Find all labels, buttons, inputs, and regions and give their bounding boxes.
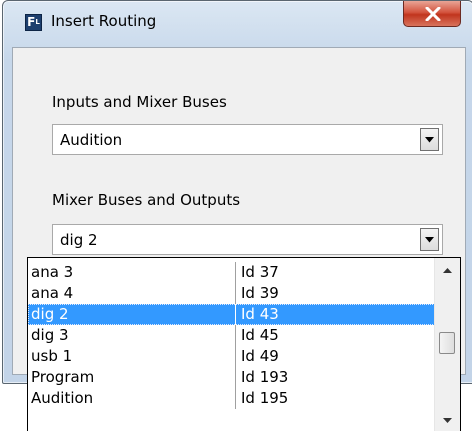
- column-divider: [235, 367, 236, 388]
- window-title: Insert Routing: [51, 12, 157, 30]
- close-button[interactable]: [403, 1, 461, 27]
- list-item-id: Id 49: [241, 347, 279, 365]
- column-divider: [235, 325, 236, 346]
- list-item-name: dig 3: [31, 326, 69, 344]
- inputs-dropdown-button[interactable]: [420, 128, 439, 151]
- list-item-name: Audition: [31, 389, 94, 407]
- outputs-label: Mixer Buses and Outputs: [52, 191, 241, 209]
- list-item-id: Id 39: [241, 284, 279, 302]
- list-item-id: Id 193: [241, 368, 289, 386]
- column-divider: [235, 304, 236, 325]
- inputs-combobox[interactable]: Audition: [52, 124, 443, 155]
- list-item-name: ana 3: [31, 263, 74, 281]
- list-item-name: Program: [31, 368, 95, 386]
- list-item-id: Id 195: [241, 389, 289, 407]
- column-divider: [235, 262, 236, 283]
- close-icon: [425, 7, 441, 21]
- list-item-name: dig 2: [31, 305, 69, 323]
- column-divider: [235, 346, 236, 367]
- list-item-name: ana 4: [31, 284, 74, 302]
- outputs-dropdown-list[interactable]: ana 3 Id 37 ana 4 Id 39 dig 2 Id 43 dig 3 Id 45…: [27, 257, 461, 431]
- inputs-selected-value: Audition: [60, 131, 123, 149]
- scroll-down-arrow-icon[interactable]: [443, 418, 452, 423]
- outputs-combobox[interactable]: dig 2: [52, 224, 443, 255]
- list-item[interactable]: dig 3 Id 45: [28, 325, 435, 346]
- list-item[interactable]: ana 4 Id 39: [28, 283, 435, 304]
- outputs-dropdown-button[interactable]: [420, 228, 439, 251]
- list-item[interactable]: Program Id 193: [28, 367, 435, 388]
- outputs-selected-value: dig 2: [60, 231, 98, 249]
- list-item-id: Id 37: [241, 263, 279, 281]
- list-item-id: Id 43: [241, 305, 279, 323]
- list-item[interactable]: Audition Id 195: [28, 388, 435, 409]
- column-divider: [235, 283, 236, 304]
- dropdown-rows: ana 3 Id 37 ana 4 Id 39 dig 2 Id 43 dig 3 Id 45…: [28, 262, 435, 409]
- dropdown-scrollbar[interactable]: [434, 258, 460, 431]
- list-item-name: usb 1: [31, 347, 73, 365]
- list-item[interactable]: usb 1 Id 49: [28, 346, 435, 367]
- title-bar[interactable]: FL Insert Routing: [3, 1, 472, 41]
- list-item-id: Id 45: [241, 326, 279, 344]
- scroll-up-arrow-icon[interactable]: [443, 268, 452, 273]
- scroll-thumb[interactable]: [439, 332, 455, 354]
- list-item[interactable]: ana 3 Id 37: [28, 262, 435, 283]
- column-divider: [235, 388, 236, 409]
- chevron-down-icon: [425, 137, 434, 143]
- inputs-label: Inputs and Mixer Buses: [52, 93, 227, 111]
- list-item[interactable]: dig 2 Id 43: [28, 304, 435, 325]
- chevron-down-icon: [425, 237, 434, 243]
- app-logo-icon: FL: [25, 14, 42, 31]
